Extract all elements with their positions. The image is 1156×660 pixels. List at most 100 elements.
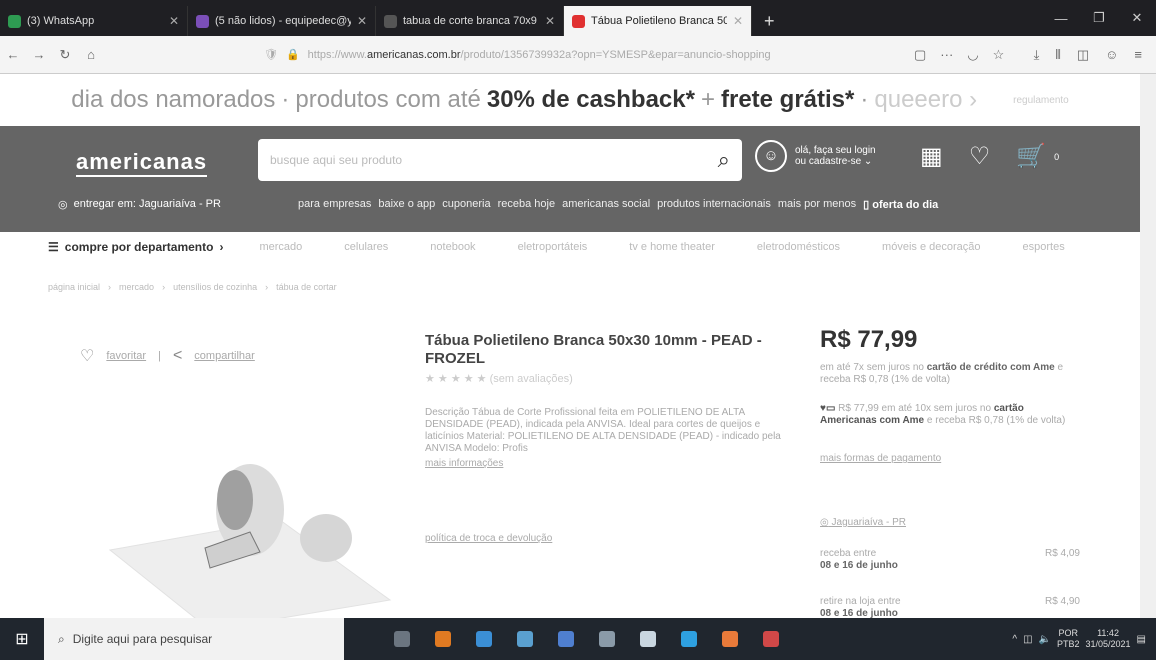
reload-icon[interactable]: ↻ bbox=[52, 47, 78, 63]
store-icon[interactable]: ▦ bbox=[920, 142, 943, 171]
taskbar-search-input[interactable]: ⌕ Digite aqui para pesquisar bbox=[44, 618, 344, 660]
library-icon[interactable]: ⫴ bbox=[1055, 47, 1060, 63]
forward-icon[interactable]: → bbox=[26, 47, 52, 62]
rating-text: (sem avaliações) bbox=[489, 373, 573, 385]
breadcrumb-item[interactable]: tábua de cortar bbox=[276, 282, 337, 292]
sidebar-icon[interactable]: ◫ bbox=[1077, 47, 1089, 63]
breadcrumb-item[interactable]: mercado bbox=[119, 282, 154, 292]
category-item[interactable]: esportes bbox=[1023, 241, 1065, 253]
product-description: Descrição Tábua de Corte Profissional fe… bbox=[425, 407, 781, 454]
nav-item[interactable]: produtos internacionais bbox=[657, 198, 771, 211]
payment-options-link[interactable]: mais formas de pagamento bbox=[820, 453, 941, 464]
nav-item[interactable]: americanas social bbox=[562, 198, 650, 211]
login-button[interactable]: ☺ olá, faça seu login ou cadastre-se ⌄ bbox=[755, 140, 876, 172]
promo-banner[interactable]: dia dos namorados · produtos com até 30%… bbox=[0, 74, 1140, 126]
delivery-option[interactable]: receba entre 08 e 16 de junho R$ 4,09 bbox=[820, 548, 1080, 572]
breadcrumb-item[interactable]: utensílios de cozinha bbox=[173, 282, 257, 292]
breadcrumb-item[interactable]: página inicial bbox=[48, 282, 100, 292]
search-icon[interactable]: ⌕ bbox=[718, 147, 730, 173]
product-rating[interactable]: ★ ★ ★ ★ ★ (sem avaliações) bbox=[425, 372, 573, 385]
nav-item[interactable]: receba hoje bbox=[498, 198, 556, 211]
app-icon[interactable] bbox=[640, 631, 656, 647]
volume-icon[interactable]: 🔈 bbox=[1039, 634, 1051, 645]
more-info-link[interactable]: mais informações bbox=[425, 458, 503, 469]
address-input[interactable]: 🛡 🔒 https://www.americanas.com.br/produt… bbox=[264, 42, 884, 68]
category-item[interactable]: eletroportáteis bbox=[518, 241, 588, 253]
cart-icon[interactable]: 🛒 0 bbox=[1016, 142, 1059, 171]
nav-item[interactable]: mais por menos bbox=[778, 198, 856, 211]
minimize-icon[interactable]: — bbox=[1042, 11, 1080, 26]
heart-icon[interactable]: ♡ bbox=[80, 346, 94, 366]
notification-icon[interactable]: ▤ bbox=[1137, 634, 1146, 645]
firefox-icon[interactable] bbox=[722, 631, 738, 647]
maximize-icon[interactable]: ❐ bbox=[1080, 10, 1118, 26]
promo-cta[interactable]: queeero › bbox=[874, 86, 977, 114]
search-input[interactable]: busque aqui seu produto ⌕ bbox=[258, 139, 742, 181]
promo-regulamento[interactable]: regulamento bbox=[1013, 95, 1069, 106]
app-icon[interactable] bbox=[476, 631, 492, 647]
installment-a: em até 7x sem juros no bbox=[820, 362, 924, 373]
breadcrumb: página inicial › mercado › utensílios de c… bbox=[48, 282, 337, 292]
app-icon[interactable] bbox=[558, 631, 574, 647]
hamburger-icon: ☰ bbox=[48, 240, 59, 254]
close-icon[interactable]: ✕ bbox=[357, 14, 367, 28]
reader-icon[interactable]: ▢ bbox=[914, 47, 926, 63]
offer-link[interactable]: ▯ oferta do dia bbox=[863, 198, 938, 211]
app-icon[interactable] bbox=[599, 631, 615, 647]
app-icon[interactable] bbox=[517, 631, 533, 647]
star-icon[interactable]: ☆ bbox=[993, 47, 1005, 63]
tab-product[interactable]: Tábua Polietileno Branca 50x... ✕ bbox=[564, 6, 752, 36]
pocket-icon[interactable]: ◡ bbox=[967, 47, 978, 63]
share-icon[interactable]: < bbox=[173, 347, 182, 365]
category-item[interactable]: móveis e decoração bbox=[882, 241, 980, 253]
return-policy-link[interactable]: política de troca e devolução bbox=[425, 533, 552, 544]
installment-b: cartão de crédito com Ame bbox=[926, 362, 1055, 373]
close-window-icon[interactable]: ✕ bbox=[1118, 10, 1156, 26]
chevron-up-icon[interactable]: ^ bbox=[1012, 634, 1017, 645]
windows-start-icon[interactable]: ⊞ bbox=[0, 629, 44, 649]
app-icon[interactable] bbox=[763, 631, 779, 647]
share-link[interactable]: compartilhar bbox=[194, 350, 255, 362]
language-indicator[interactable]: POR PTB2 bbox=[1057, 628, 1080, 650]
category-item[interactable]: eletrodomésticos bbox=[757, 241, 840, 253]
nav-item[interactable]: para empresas bbox=[298, 198, 371, 211]
close-icon[interactable]: ✕ bbox=[169, 14, 179, 28]
category-item[interactable]: mercado bbox=[259, 241, 302, 253]
download-icon[interactable]: ⤓ bbox=[1034, 47, 1040, 63]
product-image[interactable] bbox=[90, 440, 400, 620]
new-tab-button[interactable]: + bbox=[752, 6, 787, 36]
search-icon bbox=[384, 14, 397, 28]
network-icon[interactable]: ◫ bbox=[1023, 634, 1032, 645]
tab-search[interactable]: tabua de corte branca 70x9 - ... ✕ bbox=[376, 6, 564, 36]
menu-icon[interactable]: ≡ bbox=[1134, 47, 1142, 63]
nav-item[interactable]: cuponeria bbox=[442, 198, 490, 211]
category-item[interactable]: celulares bbox=[344, 241, 388, 253]
account-icon[interactable]: ☺ bbox=[1105, 47, 1118, 63]
whatsapp-icon bbox=[8, 14, 21, 28]
page-scrollbar[interactable] bbox=[1140, 74, 1156, 618]
departments-button[interactable]: ☰ compre por departamento › bbox=[48, 240, 223, 254]
task-view-icon[interactable] bbox=[394, 631, 410, 647]
category-item[interactable]: tv e home theater bbox=[629, 241, 715, 253]
back-icon[interactable]: ← bbox=[0, 47, 26, 62]
close-icon[interactable]: ✕ bbox=[733, 14, 743, 28]
app-icon[interactable] bbox=[435, 631, 451, 647]
heart-icon[interactable]: ♡ bbox=[969, 142, 991, 171]
tab-mail[interactable]: (5 não lidos) - equipedec@y... ✕ bbox=[188, 6, 376, 36]
shipping-location[interactable]: ◎ Jaguariaíva - PR bbox=[820, 517, 906, 528]
tab-whatsapp[interactable]: (3) WhatsApp ✕ bbox=[0, 6, 188, 36]
pickup-option[interactable]: retire na loja entre 08 e 16 de junho R$… bbox=[820, 596, 1080, 620]
lock-icon: 🔒 bbox=[285, 49, 300, 61]
site-logo[interactable]: americanas bbox=[76, 149, 208, 177]
category-item[interactable]: notebook bbox=[430, 241, 475, 253]
deliver-location[interactable]: ◎ entregar em: Jaguariaíva - PR bbox=[58, 198, 221, 211]
clock[interactable]: 11:42 31/05/2021 bbox=[1086, 628, 1131, 650]
search-icon: ⌕ bbox=[58, 631, 65, 646]
more-icon[interactable]: ··· bbox=[940, 47, 953, 63]
location-icon: ◎ bbox=[58, 199, 68, 211]
nav-item[interactable]: baixe o app bbox=[378, 198, 435, 211]
favorite-link[interactable]: favoritar bbox=[106, 350, 146, 362]
close-icon[interactable]: ✕ bbox=[545, 14, 555, 28]
home-icon[interactable]: ⌂ bbox=[78, 47, 104, 62]
app-icon[interactable] bbox=[681, 631, 697, 647]
